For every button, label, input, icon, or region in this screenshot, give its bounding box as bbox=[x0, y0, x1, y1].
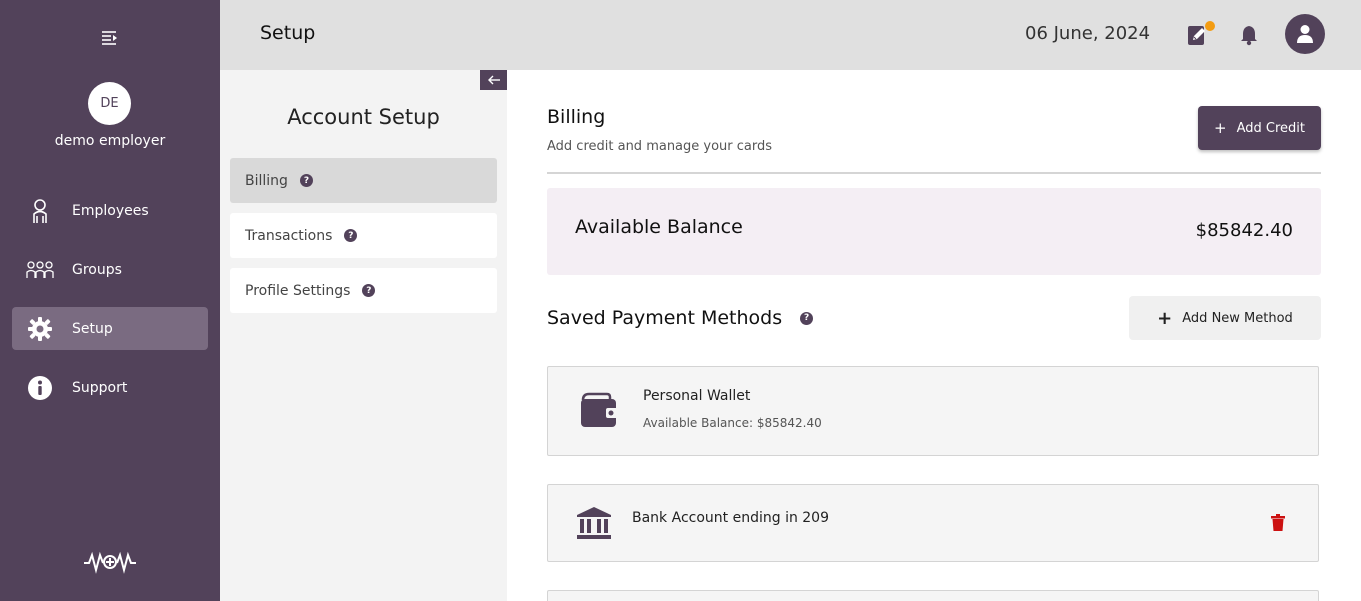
page-title: Setup bbox=[260, 22, 316, 44]
help-icon[interactable]: ? bbox=[344, 229, 358, 242]
sidebar-item-setup[interactable]: Setup bbox=[12, 307, 208, 350]
panel-item-label: Billing bbox=[245, 172, 288, 189]
wallet-icon bbox=[580, 391, 620, 433]
add-credit-label: Add Credit bbox=[1236, 120, 1305, 136]
method-title: Personal Wallet bbox=[643, 388, 751, 404]
add-method-label: Add New Method bbox=[1182, 310, 1293, 326]
billing-content: Billing Add credit and manage your cards… bbox=[507, 70, 1361, 601]
brand-logo bbox=[83, 550, 137, 574]
sidebar-item-label: Employees bbox=[72, 202, 149, 219]
user-name: demo employer bbox=[54, 133, 166, 149]
user-avatar[interactable]: DE bbox=[88, 82, 131, 125]
section-subtitle: Add credit and manage your cards bbox=[547, 139, 773, 154]
help-icon[interactable]: ? bbox=[800, 311, 814, 325]
panel-item-transactions[interactable]: Transactions ? bbox=[230, 213, 497, 258]
panel-item-label: Profile Settings bbox=[245, 282, 351, 299]
trash-icon[interactable] bbox=[1271, 514, 1285, 531]
account-setup-panel: Account Setup Billing ? Transactions ? P… bbox=[220, 70, 507, 601]
notification-dot bbox=[1205, 21, 1215, 31]
menu-toggle-icon[interactable] bbox=[101, 29, 119, 47]
gear-icon bbox=[25, 314, 55, 344]
panel-title: Account Setup bbox=[287, 105, 440, 129]
sidebar-item-groups[interactable]: Groups bbox=[12, 248, 208, 291]
saved-methods-title: Saved Payment Methods ? bbox=[547, 307, 814, 329]
current-date: 06 June, 2024 bbox=[1025, 23, 1151, 44]
payment-method-card[interactable] bbox=[547, 590, 1319, 601]
add-credit-button[interactable]: + Add Credit bbox=[1198, 106, 1321, 150]
sidebar-item-employees[interactable]: Employees bbox=[12, 189, 208, 232]
profile-icon[interactable] bbox=[1285, 14, 1325, 54]
sidebar-item-label: Support bbox=[72, 379, 128, 396]
bank-icon bbox=[576, 506, 612, 544]
plus-icon: + bbox=[1214, 119, 1227, 137]
section-title: Billing bbox=[547, 106, 606, 128]
sidebar-item-label: Groups bbox=[72, 261, 122, 278]
saved-methods-label: Saved Payment Methods bbox=[547, 307, 783, 329]
payment-method-wallet[interactable]: Personal Wallet Available Balance: $8584… bbox=[547, 366, 1319, 456]
plus-icon: + bbox=[1157, 307, 1173, 329]
employee-icon bbox=[25, 196, 55, 226]
groups-icon bbox=[25, 255, 55, 285]
panel-item-billing[interactable]: Billing ? bbox=[230, 158, 497, 203]
sidebar-item-label: Setup bbox=[72, 320, 113, 337]
balance-label: Available Balance bbox=[575, 216, 743, 238]
add-new-method-button[interactable]: + Add New Method bbox=[1129, 296, 1321, 340]
payment-method-bank[interactable]: Bank Account ending in 209 bbox=[547, 484, 1319, 562]
bell-icon[interactable] bbox=[1240, 24, 1266, 50]
help-icon[interactable]: ? bbox=[362, 284, 376, 297]
balance-card: Available Balance $85842.40 bbox=[547, 188, 1321, 275]
help-icon[interactable]: ? bbox=[299, 174, 313, 187]
method-subtitle: Available Balance: $85842.40 bbox=[643, 416, 822, 430]
info-icon bbox=[25, 373, 55, 403]
sidebar: DE demo employer Employees Groups Setup … bbox=[0, 0, 220, 601]
sidebar-item-support[interactable]: Support bbox=[12, 366, 208, 409]
panel-item-profile-settings[interactable]: Profile Settings ? bbox=[230, 268, 497, 313]
user-initials: DE bbox=[100, 96, 119, 111]
divider bbox=[547, 172, 1321, 174]
panel-item-label: Transactions bbox=[245, 227, 333, 244]
balance-value: $85842.40 bbox=[1195, 220, 1293, 241]
arrow-left-icon bbox=[487, 75, 500, 85]
top-header: Setup 06 June, 2024 bbox=[220, 0, 1361, 70]
collapse-panel-button[interactable] bbox=[480, 70, 507, 90]
method-title: Bank Account ending in 209 bbox=[632, 510, 829, 526]
